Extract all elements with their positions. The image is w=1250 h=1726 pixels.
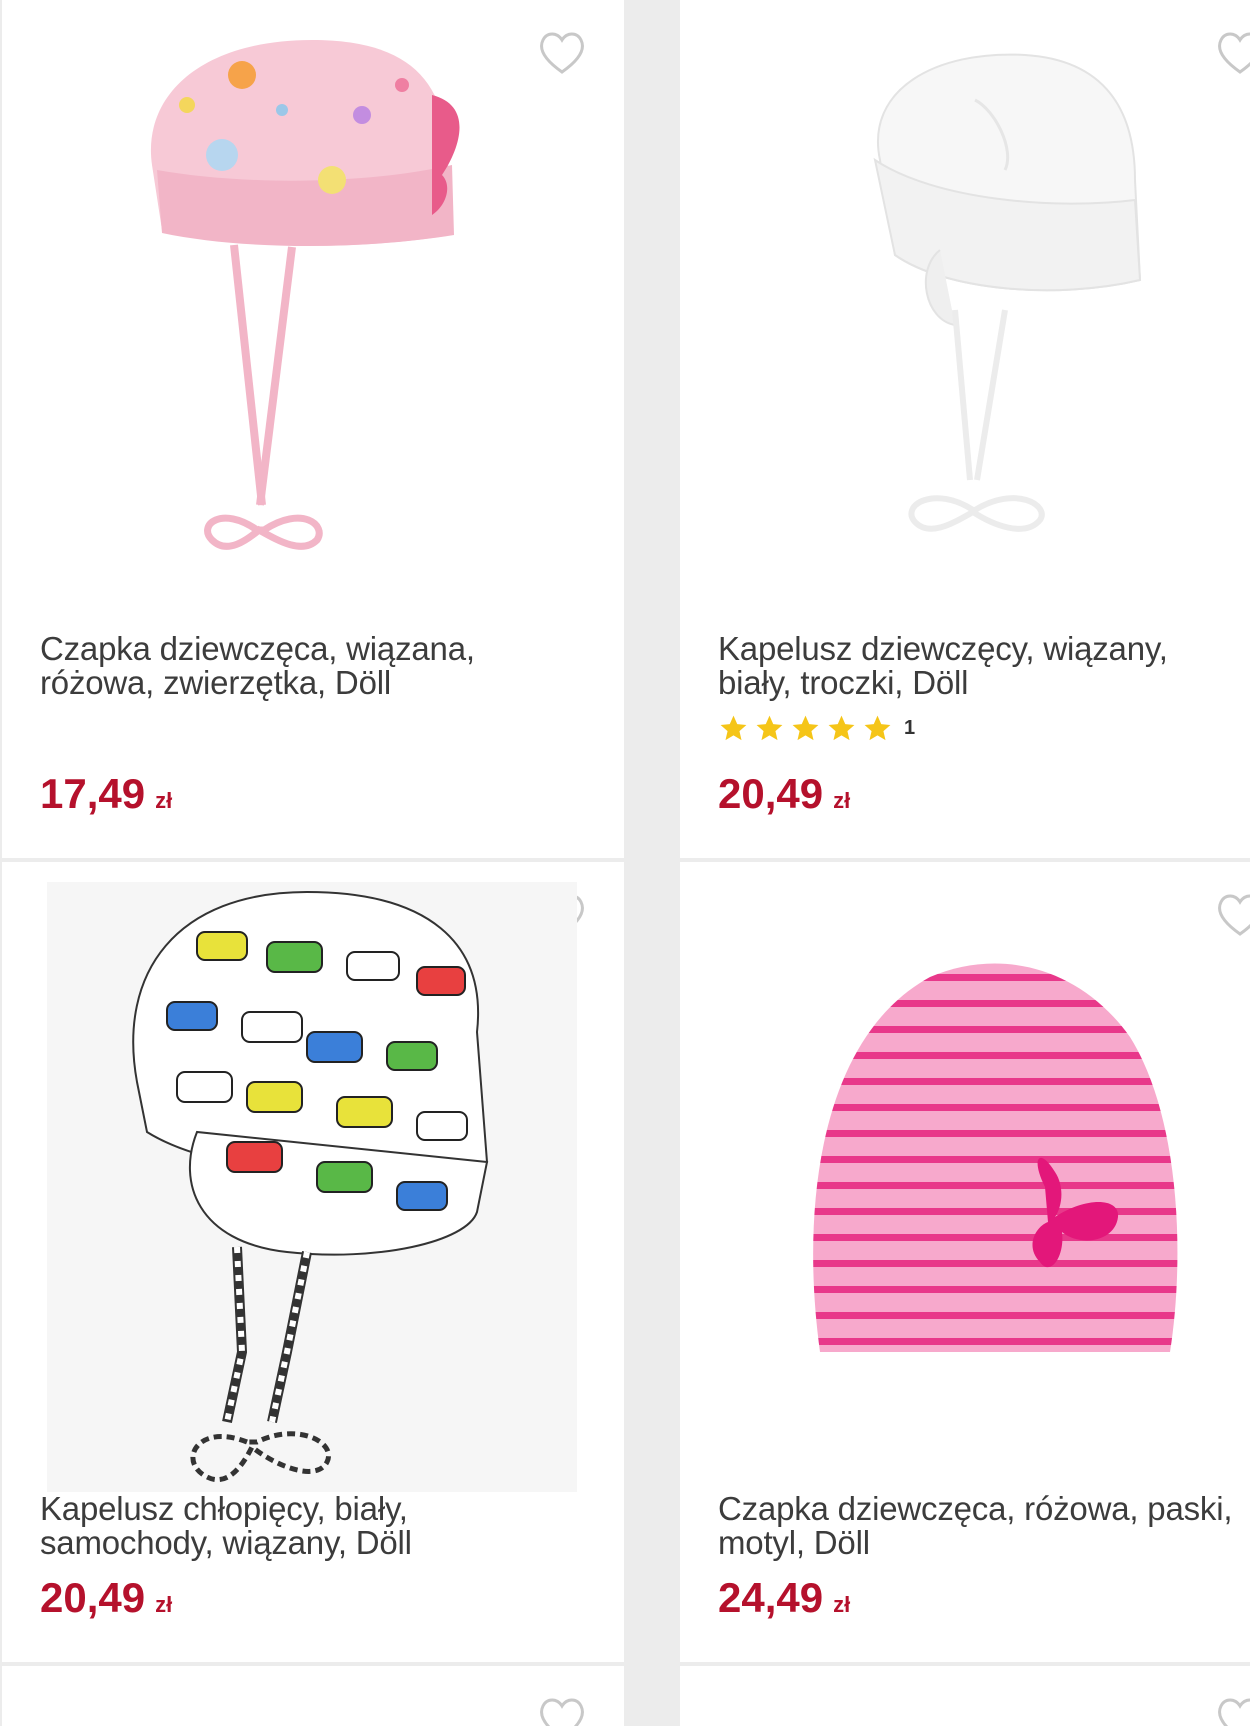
heart-icon[interactable] xyxy=(537,1696,587,1726)
heart-icon[interactable] xyxy=(1215,30,1250,76)
price-value: 20,49 xyxy=(40,1574,146,1621)
star-icon xyxy=(862,713,893,744)
product-price: 20,49 zł xyxy=(718,770,850,818)
price-currency: zł xyxy=(155,1592,173,1617)
product-card-partial[interactable] xyxy=(2,1666,624,1726)
product-card[interactable]: Czapka dziewczęca, różowa, paski, motyl,… xyxy=(680,862,1250,1662)
white-hat-image[interactable] xyxy=(855,50,1145,570)
cars-print-hat-image[interactable] xyxy=(47,882,577,1492)
product-card[interactable]: Kapelusz dziewczęcy, wiązany, biały, tro… xyxy=(680,0,1250,858)
price-currency: zł xyxy=(833,1592,851,1617)
price-value: 24,49 xyxy=(718,1574,824,1621)
product-title[interactable]: Kapelusz dziewczęcy, wiązany, biały, tro… xyxy=(718,632,1168,700)
product-card[interactable]: Kapelusz chłopięcy, biały, samochody, wi… xyxy=(2,862,624,1662)
heart-icon[interactable] xyxy=(1215,892,1250,938)
star-icon xyxy=(754,713,785,744)
star-icon xyxy=(718,713,749,744)
product-price: 20,49 zł xyxy=(40,1574,172,1622)
rating-count: 1 xyxy=(904,717,916,739)
heart-icon[interactable] xyxy=(537,30,587,76)
product-title[interactable]: Kapelusz chłopięcy, biały, samochody, wi… xyxy=(40,1492,412,1560)
product-price: 24,49 zł xyxy=(718,1574,850,1622)
pink-striped-beanie-image[interactable] xyxy=(800,957,1180,1377)
product-card-partial[interactable] xyxy=(680,1666,1250,1726)
star-icon xyxy=(826,713,857,744)
product-title[interactable]: Czapka dziewczęca, różowa, paski, motyl,… xyxy=(718,1492,1232,1560)
price-value: 20,49 xyxy=(718,770,824,817)
product-title[interactable]: Czapka dziewczęca, wiązana, różowa, zwie… xyxy=(40,632,475,700)
price-currency: zł xyxy=(155,788,173,813)
product-card[interactable]: Czapka dziewczęca, wiązana, różowa, zwie… xyxy=(2,0,624,858)
star-icon xyxy=(790,713,821,744)
price-currency: zł xyxy=(833,788,851,813)
pink-bandana-hat-image[interactable] xyxy=(142,35,482,585)
heart-icon[interactable] xyxy=(1215,1696,1250,1726)
rating: 1 xyxy=(718,713,915,744)
product-price: 17,49 zł xyxy=(40,770,172,818)
price-value: 17,49 xyxy=(40,770,146,817)
